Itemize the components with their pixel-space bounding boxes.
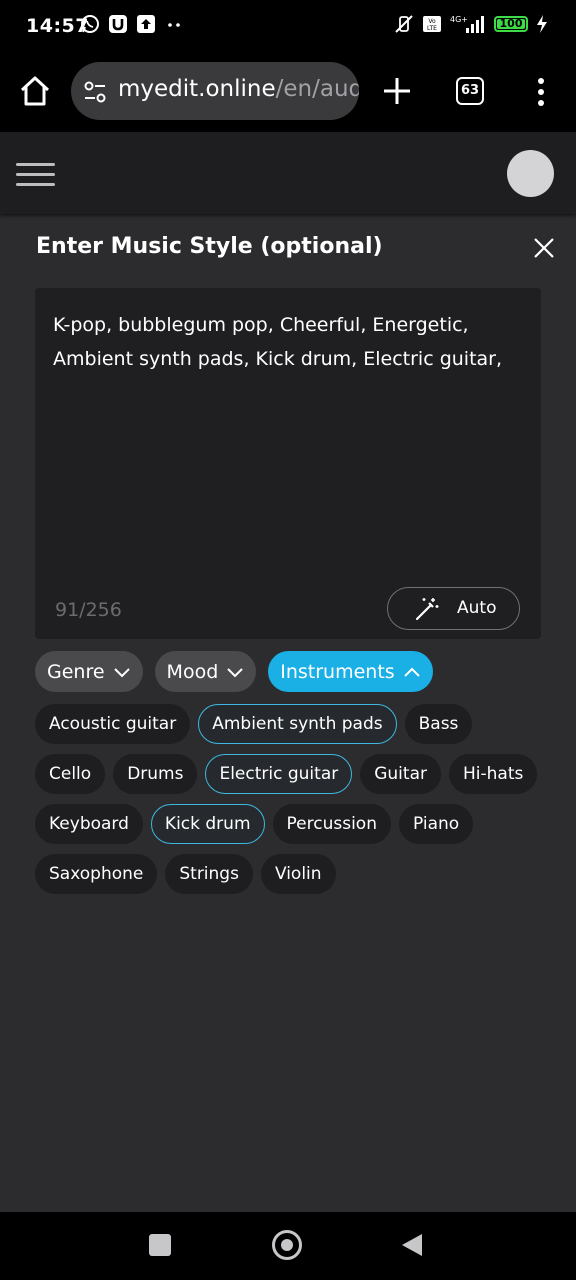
upload-icon: [137, 15, 155, 33]
chevron-up-icon: [403, 667, 420, 677]
chip-ambient-synth-pads[interactable]: Ambient synth pads: [198, 704, 397, 744]
chip-acoustic-guitar[interactable]: Acoustic guitar: [35, 704, 191, 744]
chip-drums[interactable]: Drums: [113, 754, 198, 794]
auto-label: Auto: [457, 598, 497, 618]
chip-cello[interactable]: Cello: [35, 754, 106, 794]
chip-hi-hats[interactable]: Hi-hats: [448, 754, 538, 794]
whatsapp-icon: [81, 15, 99, 33]
chip-violin[interactable]: Violin: [260, 854, 336, 894]
auto-button[interactable]: Auto: [387, 587, 520, 630]
tab-genre-label: Genre: [47, 660, 105, 683]
home-icon[interactable]: [18, 74, 52, 108]
signal-icon: 4G+: [450, 15, 484, 33]
battery-indicator: 100: [494, 16, 528, 32]
volte-icon: VoLTE: [423, 16, 441, 32]
chip-kick-drum[interactable]: Kick drum: [150, 804, 265, 844]
address-bar[interactable]: myedit.online/en/audio: [71, 62, 359, 120]
system-nav-bar: [0, 1212, 576, 1280]
chip-electric-guitar[interactable]: Electric guitar: [205, 754, 353, 794]
tab-genre[interactable]: Genre: [35, 651, 143, 692]
url-path: /en/audio: [275, 76, 359, 102]
music-style-text: K-pop, bubblegum pop, Cheerful, Energeti…: [53, 314, 503, 370]
music-style-input[interactable]: K-pop, bubblegum pop, Cheerful, Energeti…: [35, 288, 541, 639]
character-count: 91/256: [55, 599, 122, 621]
dialog-title: Enter Music Style (optional): [36, 234, 383, 259]
tab-switcher-button[interactable]: 63: [456, 77, 484, 105]
svg-text:LTE: LTE: [427, 25, 437, 32]
tab-mood[interactable]: Mood: [154, 651, 257, 692]
svg-text:Vo: Vo: [428, 18, 436, 25]
home-button[interactable]: [272, 1230, 302, 1260]
url-host: myedit.online: [118, 76, 276, 102]
charging-icon: [537, 15, 547, 33]
chip-keyboard[interactable]: Keyboard: [35, 804, 143, 844]
u-app-icon: [109, 15, 127, 33]
site-settings-icon[interactable]: [83, 81, 107, 103]
chip-strings[interactable]: Strings: [165, 854, 253, 894]
tab-instruments[interactable]: Instruments: [268, 651, 433, 692]
category-tabs: Genre Mood Instruments: [35, 651, 433, 692]
status-bar: 14:57 Vo LTE 4G+ 100: [0, 0, 576, 56]
instrument-chips: Acoustic guitar Ambient synth pads Bass …: [35, 704, 545, 894]
more-notifications-icon: [168, 23, 180, 27]
app-header: [0, 132, 576, 214]
battery-level: 100: [499, 17, 523, 30]
tab-instruments-label: Instruments: [280, 660, 395, 683]
mute-vibrate-icon: [395, 15, 413, 33]
chip-percussion[interactable]: Percussion: [272, 804, 391, 844]
chevron-down-icon: [113, 667, 130, 677]
recents-button[interactable]: [149, 1234, 171, 1256]
avatar[interactable]: [507, 150, 554, 197]
chip-bass[interactable]: Bass: [404, 704, 473, 744]
url-text: myedit.online/en/audio: [118, 76, 359, 102]
browser-toolbar: myedit.online/en/audio 63: [0, 56, 576, 132]
more-options-icon[interactable]: [532, 74, 550, 110]
chip-guitar[interactable]: Guitar: [360, 754, 441, 794]
chevron-down-icon: [227, 667, 243, 677]
menu-icon[interactable]: [16, 162, 56, 188]
back-icon[interactable]: [400, 1232, 424, 1258]
chip-piano[interactable]: Piano: [398, 804, 474, 844]
chip-saxophone[interactable]: Saxophone: [35, 854, 158, 894]
magic-wand-icon: [415, 598, 439, 621]
tab-mood-label: Mood: [166, 660, 219, 683]
close-icon[interactable]: [532, 236, 556, 260]
svg-text:4G+: 4G+: [450, 15, 468, 24]
new-tab-icon[interactable]: [380, 74, 414, 108]
